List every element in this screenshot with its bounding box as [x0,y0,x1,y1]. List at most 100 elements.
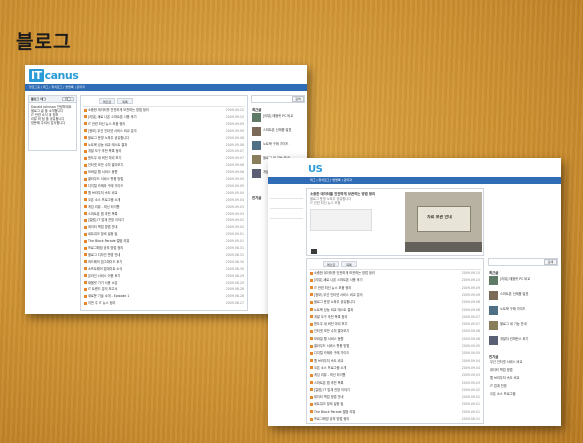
post-row[interactable]: 오픈 소스 프로그램 소개 2009.09.04 [84,198,244,203]
post-row[interactable]: 새로운 기술 소개 - Episode 1 2009.08.28 [84,294,244,299]
post-row[interactable]: 블로그 디자인 변경 안내 2009.08.31 [84,253,244,258]
post-title[interactable]: 클라우드 서비스 활용 방법 [314,344,349,348]
sidebar-thumbnail[interactable] [252,169,261,178]
post-title[interactable]: [정보] 무선 인터넷 서비스 비교 분석 [314,293,363,297]
sidebar-thumbnail[interactable] [489,276,498,285]
post-row[interactable]: 노트북 성능 비교 테스트 결과 2009.09.08 [84,143,244,148]
post-row[interactable]: 오픈 소스 프로그램 소개 2009.09.04 [310,366,480,371]
sidebar-popular-item[interactable]: 무선 인터넷 서비스 비교 [490,360,556,364]
post-title[interactable]: 윈도우 새 버전 미리 보기 [88,156,121,160]
post-title[interactable]: 노트북 성능 비교 테스트 결과 [88,143,127,147]
sidebar-popular-item[interactable]: IT 업계 전망 [490,384,556,388]
sidebar-thumbnail[interactable] [252,155,261,164]
sidebar-popular-item[interactable]: 오픈 소스 프로그램 [490,392,556,396]
post-row[interactable]: [정보] 무선 인터넷 서비스 비교 분석 2009.09.09 [310,293,480,298]
sidebar-popular-item[interactable]: 데이터 백업 방법 [490,368,556,372]
post-row[interactable]: 네트워크 장비 설정 팁 2009.09.01 [310,402,480,407]
post-title[interactable]: 소프트웨어 업데이트 소식 [88,267,122,271]
post-row[interactable]: 모바일 웹 서비스 동향 2009.09.06 [310,337,480,342]
post-row[interactable]: [칼럼] IT 업계 전망 이야기 2009.09.02 [310,388,480,393]
search-button[interactable]: 검색 [544,259,557,265]
post-title[interactable]: 모바일 웹 서비스 동향 [88,170,117,174]
sidebar-item-label[interactable]: 스마트폰 신제품 발표 [500,292,556,296]
sidebar-thumbnail[interactable] [252,141,261,150]
post-title[interactable]: 이번 주 IT 뉴스 정리 [88,301,115,305]
post-title[interactable]: 윈도우 새 버전 미리 보기 [314,322,347,326]
post-row[interactable]: 웹 브라우저 속도 비교 2009.09.04 [84,191,244,196]
post-title[interactable]: 블로그 디자인 변경 안내 [88,253,120,257]
post-row[interactable]: 네트워크 장비 설정 팁 2009.09.01 [84,232,244,237]
post-title[interactable]: 네트워크 장비 설정 팁 [88,232,117,236]
post-row[interactable]: 윈도우 새 버전 미리 보기 2009.09.07 [84,156,244,161]
post-row[interactable]: 소프트웨어 업데이트 소식 2009.08.30 [84,267,244,272]
post-title[interactable]: 새로운 기술 소개 - Episode 1 [88,294,129,298]
sidebar-thumbnail[interactable] [252,127,261,136]
featured-image[interactable]: 자료 보관 안내 [405,192,482,252]
post-row[interactable]: 데이터 백업 방법 안내 2009.09.02 [310,395,480,400]
post-title[interactable]: [리뷰] 새로 나온 스마트폰 사용 후기 [88,115,137,119]
post-row[interactable]: 디지털 카메라 구매 가이드 2009.09.05 [84,184,244,189]
post-title[interactable]: The Black Parade 앨범 리뷰 [88,239,129,243]
post-row[interactable]: IT 관련 최신 뉴스 모음 정리 2009.09.09 [310,286,480,291]
post-title[interactable]: 블로그 운영 노하우 공유합니다 [314,300,355,304]
post-title[interactable]: 온라인 서비스 이용 후기 [88,274,120,278]
post-row[interactable]: 클라우드 서비스 활용 방법 2009.09.05 [310,344,480,349]
post-title[interactable]: [칼럼] IT 업계 전망 이야기 [314,388,350,392]
post-row[interactable]: [칼럼] IT 업계 전망 이야기 2009.09.02 [84,218,244,223]
post-row[interactable]: 이번 주 IT 뉴스 정리 2009.08.27 [84,301,244,306]
post-row[interactable]: 스마트폰 앱 추천 목록 2009.09.03 [310,381,480,386]
left-box-tag-button[interactable]: 태그 [62,97,74,101]
nav-links[interactable]: 태그 | 위치로그 | 방명록 | 관리자 [310,177,352,184]
post-title[interactable]: 인터넷 보안 수칙 알아보기 [88,163,123,167]
post-row[interactable]: [리뷰] 새로 나온 스마트폰 사용 후기 2009.09.10 [310,278,480,283]
post-title[interactable]: 모바일 웹 서비스 동향 [314,337,343,341]
post-title[interactable]: 오픈 소스 프로그램 소개 [314,366,346,370]
post-title[interactable]: 스마트폰 앱 추천 목록 [314,381,343,385]
post-title[interactable]: 프로그래밍 공부 방법 정리 [314,417,349,421]
post-title[interactable]: 네트워크 장비 설정 팁 [314,402,343,406]
post-title[interactable]: [칼럼] IT 업계 전망 이야기 [88,218,124,222]
post-row[interactable]: 소중한 데이터를 안전하게 보관하는 방법 정리 2009.09.10 [84,108,244,113]
search-button[interactable]: 검색 [292,96,304,102]
post-title[interactable]: 하드웨어 업그레이드 후기 [88,260,122,264]
sidebar-item-label[interactable]: 노트북 구매 가이드 [500,307,556,311]
post-row[interactable]: 하드웨어 업그레이드 후기 2009.08.30 [84,260,244,265]
post-row[interactable]: The Black Parade 앨범 리뷰 2009.09.01 [84,239,244,244]
post-title[interactable]: IT 트렌드 분석 보고서 [88,287,117,291]
nav-links[interactable]: 블로그홈 | 태그 | 위치로그 | 방명록 | 관리자 [29,84,85,91]
post-title[interactable]: 게임 리뷰 - 최신 타이틀 [88,205,120,209]
sidebar-thumbnail[interactable] [489,336,498,345]
sidebar-thumbnail[interactable] [252,113,261,122]
post-title[interactable]: 클라우드 서비스 활용 방법 [88,177,123,181]
post-title[interactable]: 디지털 카메라 구매 가이드 [314,351,349,355]
post-row[interactable]: IT 트렌드 분석 보고서 2009.08.28 [84,287,244,292]
post-row[interactable]: 블로그 운영 노하우 공유합니다 2009.09.08 [310,300,480,305]
post-title[interactable]: The Black Parade 앨범 리뷰 [314,410,355,414]
sidebar-item-label[interactable]: 블로그 새 기능 안내 [500,322,556,326]
tab-main[interactable]: 메인글 [99,98,115,104]
post-row[interactable]: [정보] 무선 인터넷 서비스 비교 분석 2009.09.09 [84,129,244,134]
post-row[interactable]: 모바일 웹 서비스 동향 2009.09.06 [84,170,244,175]
post-row[interactable]: 웹 브라우저 속도 비교 2009.09.04 [310,359,480,364]
post-row[interactable]: 데이터 백업 방법 안내 2009.09.02 [84,225,244,230]
post-title[interactable]: 웹 브라우저 속도 비교 [88,191,117,195]
post-row[interactable]: 노트북 성능 비교 테스트 결과 2009.09.08 [310,308,480,313]
post-title[interactable]: [정보] 무선 인터넷 서비스 비교 분석 [88,129,137,133]
post-row[interactable]: The Black Parade 앨범 리뷰 2009.09.01 [310,410,480,415]
post-row[interactable]: 인터넷 보안 수칙 알아보기 2009.09.06 [310,329,480,334]
post-row[interactable]: 태블릿 기기 사용 소감 2009.08.29 [84,281,244,286]
tab-main[interactable]: 메인글 [323,261,339,267]
post-row[interactable]: [리뷰] 새로 나온 스마트폰 사용 후기 2009.09.10 [84,115,244,120]
post-row[interactable]: 디지털 카메라 구매 가이드 2009.09.05 [310,351,480,356]
sidebar-thumbnail[interactable] [489,291,498,300]
post-row[interactable]: 소중한 데이터를 안전하게 보관하는 방법 정리 2009.09.10 [310,271,480,276]
sidebar-item-label[interactable]: 개발자 컨퍼런스 후기 [500,337,556,341]
tab-list[interactable]: 목록 [341,261,357,267]
sidebar-item-label[interactable]: [리뷰] 태블릿 PC 비교 [500,277,556,281]
post-row[interactable]: 블로그 운영 노하우 공유합니다 2009.09.08 [84,136,244,141]
post-title[interactable]: 오픈 소스 프로그램 소개 [88,198,120,202]
post-row[interactable]: 클라우드 서비스 활용 방법 2009.09.05 [84,177,244,182]
post-title[interactable]: 스마트폰 앱 추천 목록 [88,212,117,216]
post-row[interactable]: 윈도우 새 버전 미리 보기 2009.09.07 [310,322,480,327]
post-title[interactable]: 개발 도구 추천 목록 정리 [88,149,121,153]
